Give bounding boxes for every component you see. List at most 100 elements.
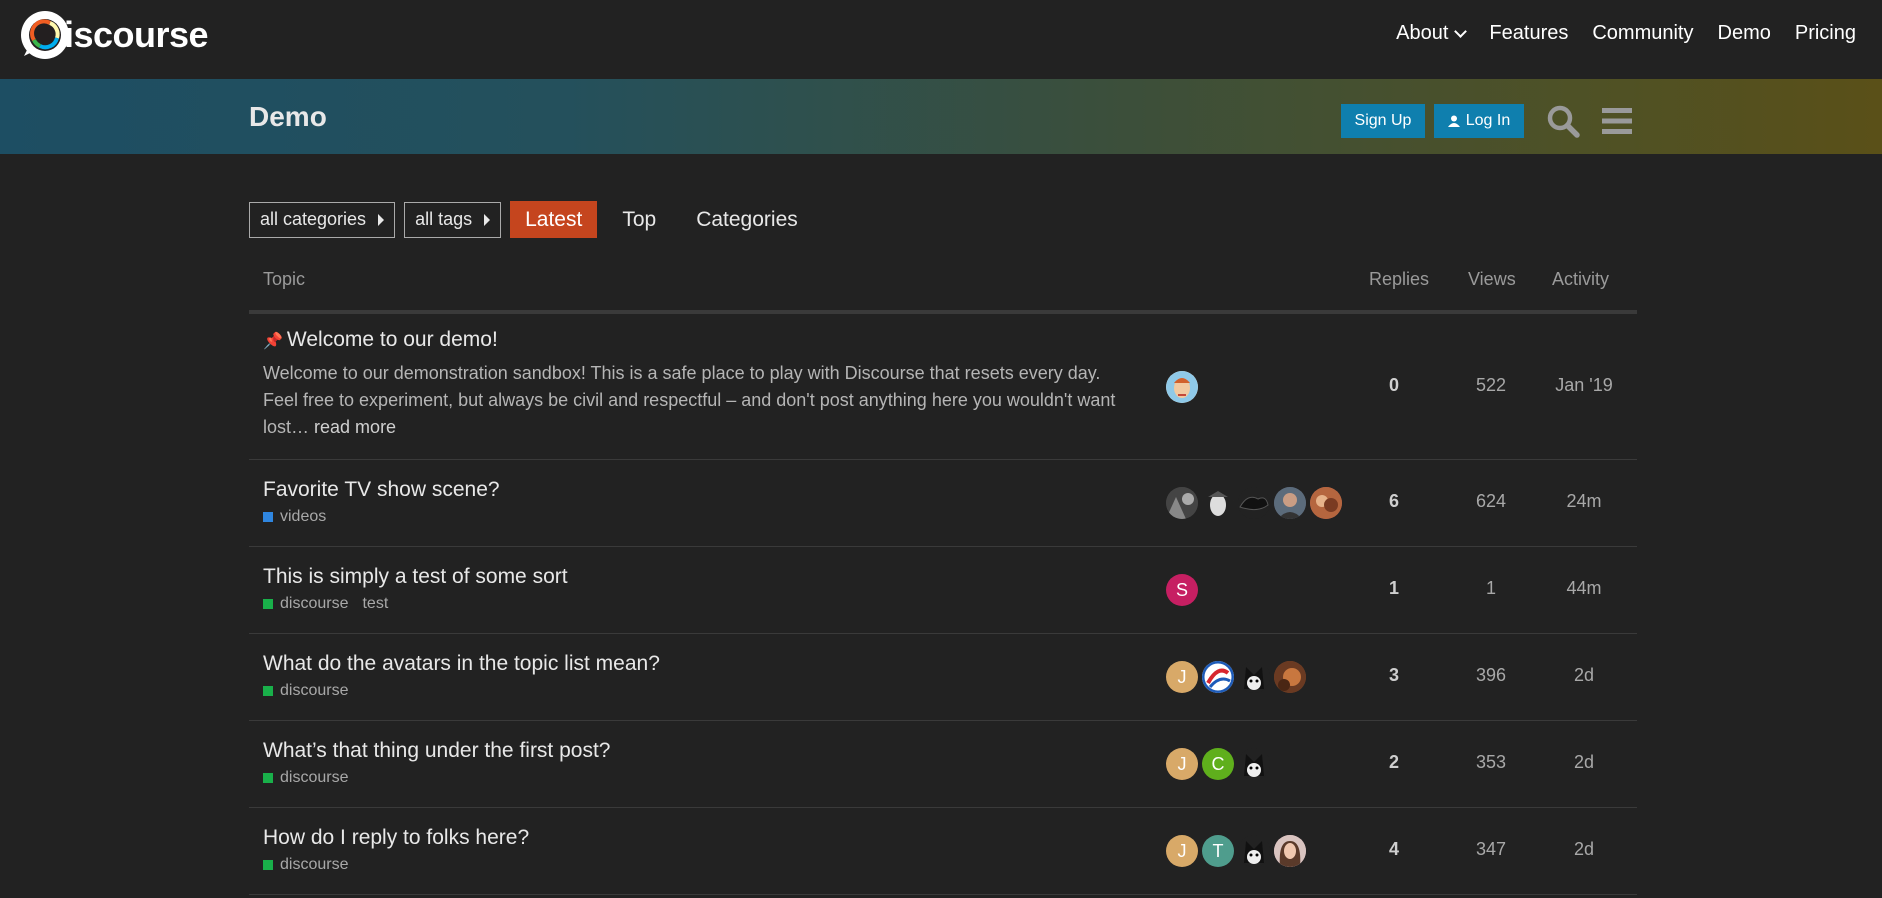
category-name: discourse	[280, 682, 349, 699]
topic-title[interactable]: This is simply a test of some sort	[263, 565, 568, 589]
topic-row: 📌 Welcome to our demo! Welcome to our dem…	[249, 314, 1637, 460]
avatar-image-icon	[1202, 661, 1234, 693]
replies-count: 0	[1388, 375, 1399, 395]
pin-icon: 📌	[263, 333, 283, 350]
category-color-swatch	[263, 686, 273, 696]
avatar[interactable]	[1166, 371, 1198, 403]
avatar[interactable]	[1274, 835, 1306, 867]
avatar[interactable]: S	[1166, 574, 1198, 606]
category-badge[interactable]: discourse	[263, 856, 348, 874]
avatar-image-icon	[1274, 487, 1306, 519]
forum-header: Demo Sign Up Log In	[0, 79, 1882, 154]
topic-excerpt: Welcome to our demonstration sandbox! Th…	[263, 360, 1123, 441]
chevron-down-icon	[1454, 24, 1468, 38]
views-count: 347	[1475, 839, 1507, 859]
activity-time[interactable]: Jan '19	[1539, 375, 1629, 396]
views-count: 353	[1475, 752, 1507, 772]
topic-meta: discourse	[263, 856, 348, 874]
avatar[interactable]	[1202, 487, 1234, 519]
column-views[interactable]: Views	[1468, 269, 1516, 290]
caret-right-icon	[484, 213, 491, 226]
caret-right-icon	[378, 213, 385, 226]
tab-categories[interactable]: Categories	[681, 201, 813, 238]
avatar[interactable]	[1238, 661, 1270, 693]
topic-title[interactable]: What do the avatars in the topic list me…	[263, 652, 660, 676]
topic-tag[interactable]: test	[362, 595, 388, 613]
site-link-community[interactable]: Community	[1580, 22, 1705, 45]
topic-meta: discourse	[263, 769, 348, 787]
category-badge[interactable]: videos	[263, 508, 326, 526]
search-icon[interactable]	[1546, 104, 1580, 138]
site-link-features[interactable]: Features	[1477, 22, 1580, 45]
topic-title-link[interactable]: 📌 Welcome to our demo!	[263, 328, 498, 352]
avatar[interactable]	[1238, 487, 1270, 519]
avatar[interactable]	[1274, 661, 1306, 693]
topic-list-header: Topic Replies Views Activity	[249, 253, 1637, 314]
avatar[interactable]: C	[1202, 748, 1234, 780]
column-replies[interactable]: Replies	[1369, 269, 1429, 290]
poster-avatars: J C	[1166, 748, 1274, 780]
avatar-image-icon	[1274, 661, 1306, 693]
topic-nav: all categories all tags Latest Top Categ…	[249, 201, 823, 238]
activity-time[interactable]: 2d	[1539, 839, 1629, 860]
category-color-swatch	[263, 599, 273, 609]
tags-dropdown[interactable]: all tags	[404, 201, 502, 238]
tab-top[interactable]: Top	[607, 201, 671, 238]
logo-text: iscourse	[64, 14, 209, 55]
forum-title[interactable]: Demo	[249, 101, 327, 133]
category-color-swatch	[263, 860, 273, 870]
avatar[interactable]: J	[1166, 835, 1198, 867]
avatar[interactable]	[1202, 661, 1234, 693]
activity-time[interactable]: 44m	[1539, 578, 1629, 599]
avatar[interactable]	[1274, 487, 1306, 519]
category-name: discourse	[280, 595, 349, 612]
read-more-link[interactable]: read more	[314, 417, 396, 437]
login-label: Log In	[1465, 112, 1511, 129]
avatar[interactable]	[1238, 835, 1270, 867]
topic-title[interactable]: Favorite TV show scene?	[263, 478, 500, 502]
avatar-image-icon	[1238, 487, 1270, 519]
topic-title[interactable]: What’s that thing under the first post?	[263, 739, 610, 763]
tab-latest[interactable]: Latest	[510, 201, 598, 238]
avatar-image-icon	[1274, 835, 1306, 867]
header-actions: Sign Up Log In	[1341, 104, 1632, 138]
avatar[interactable]	[1166, 487, 1198, 519]
activity-time[interactable]: 2d	[1539, 752, 1629, 773]
site-logo[interactable]: iscourse	[20, 10, 209, 60]
activity-time[interactable]: 2d	[1539, 665, 1629, 686]
avatar[interactable]	[1310, 487, 1342, 519]
topic-meta: videos	[263, 508, 326, 526]
column-topic[interactable]: Topic	[263, 269, 305, 290]
replies-count: 1	[1388, 578, 1399, 598]
site-links: About Features Community Demo Pricing	[1384, 22, 1868, 45]
category-badge[interactable]: discourse	[263, 682, 348, 700]
avatar[interactable]: J	[1166, 661, 1198, 693]
views-count: 522	[1475, 375, 1507, 395]
topic-title[interactable]: How do I reply to folks here?	[263, 826, 529, 850]
poster-avatars	[1166, 371, 1202, 403]
hamburger-icon[interactable]	[1602, 106, 1632, 136]
category-color-swatch	[263, 773, 273, 783]
topic-row: This is simply a test of some sort disco…	[249, 547, 1637, 634]
activity-time[interactable]: 24m	[1539, 491, 1629, 512]
category-badge[interactable]: discourse	[263, 595, 348, 613]
avatar[interactable]: T	[1202, 835, 1234, 867]
categories-dropdown[interactable]: all categories	[249, 201, 396, 238]
site-link-about[interactable]: About	[1384, 22, 1477, 45]
topic-row: How do I reply to folks here? discourse …	[249, 808, 1637, 895]
avatar[interactable]: J	[1166, 748, 1198, 780]
tags-dropdown-label: all tags	[415, 209, 473, 229]
site-nav: iscourse About Features Community Demo P…	[0, 0, 1882, 79]
topic-meta: discourse test	[263, 595, 388, 613]
avatar[interactable]	[1238, 748, 1270, 780]
site-link-demo[interactable]: Demo	[1706, 22, 1783, 45]
topic-row: Favorite TV show scene? videos 6 624 24m	[249, 460, 1637, 547]
column-activity[interactable]: Activity	[1552, 269, 1609, 290]
login-button[interactable]: Log In	[1434, 104, 1524, 138]
signup-button[interactable]: Sign Up	[1341, 104, 1425, 138]
site-link-pricing[interactable]: Pricing	[1783, 22, 1868, 45]
category-badge[interactable]: discourse	[263, 769, 348, 787]
avatar-image-icon	[1166, 487, 1198, 519]
avatar-image-icon	[1166, 371, 1198, 403]
poster-avatars	[1166, 487, 1346, 519]
